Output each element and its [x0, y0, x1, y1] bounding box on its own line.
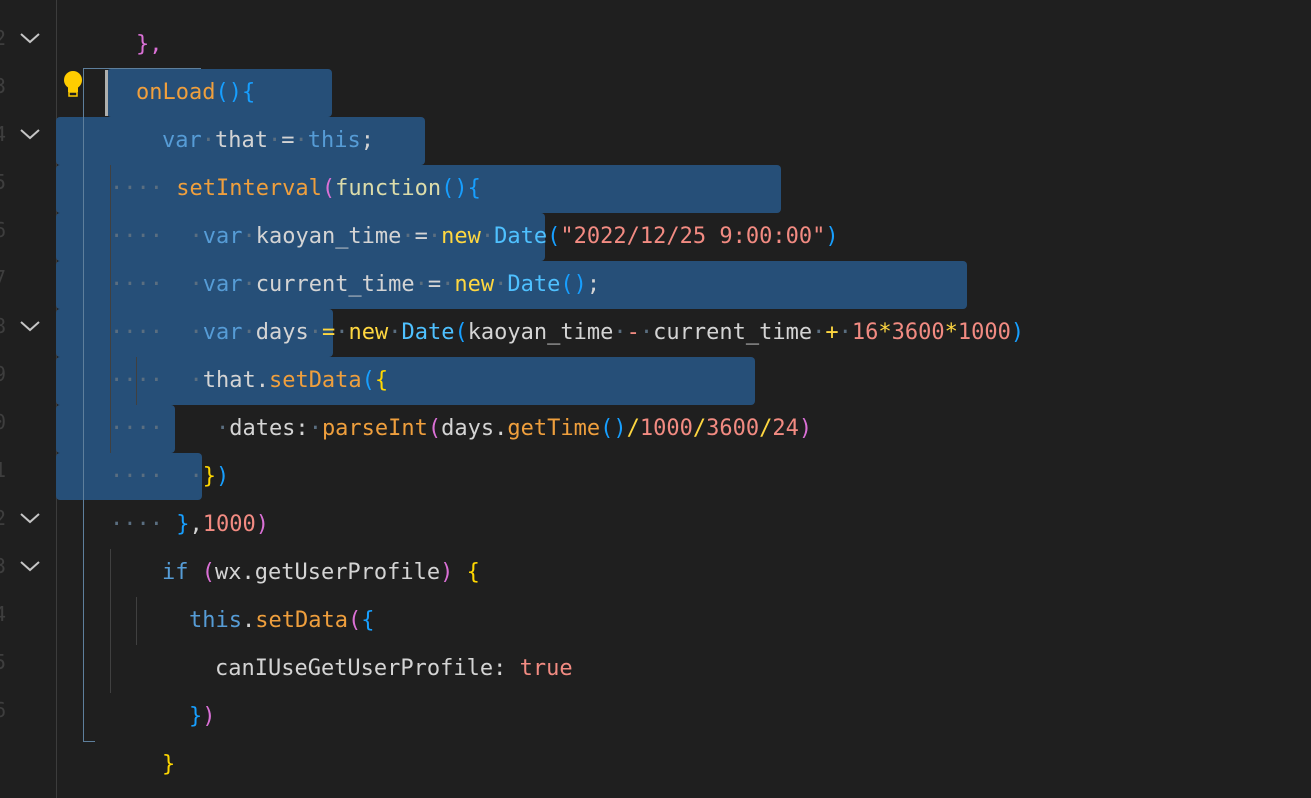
code-line[interactable]: canIUseGetUserProfile: true — [162, 597, 573, 681]
code-token: * — [878, 320, 892, 345]
code-token: / — [759, 416, 773, 441]
line-number: 5 — [0, 638, 6, 686]
code-token: () — [600, 416, 627, 441]
code-token: / — [626, 416, 640, 441]
line-number: 1 — [0, 446, 6, 494]
code-token: current_time — [653, 320, 813, 345]
line-number: 8 — [0, 302, 6, 350]
code-line[interactable]: var·that·=·this; — [109, 69, 374, 153]
code-line[interactable]: ···· ·that.setData({ — [57, 309, 388, 393]
code-token: · — [639, 320, 654, 345]
code-line[interactable]: ···· ·var·kaoyan_time·=·new·Date("2022/1… — [57, 165, 839, 249]
chevron-down-icon[interactable] — [18, 314, 42, 338]
code-token: true — [519, 656, 573, 681]
code-token: ) — [1010, 320, 1025, 345]
code-line[interactable]: if (wx.getUserProfile) { — [109, 501, 480, 585]
code-token: days. — [441, 416, 508, 441]
code-token: 1000 — [639, 416, 693, 441]
code-line[interactable]: } — [109, 693, 175, 777]
code-line[interactable]: }, — [83, 741, 162, 789]
line-number: 3 — [0, 62, 6, 110]
chevron-down-icon[interactable] — [18, 26, 42, 50]
code-token: · — [812, 320, 826, 345]
code-token: canIUseGetUserProfile: — [214, 656, 520, 681]
line-number: 2 — [0, 494, 6, 542]
code-line[interactable]: }, — [83, 0, 163, 57]
code-token: ) — [798, 416, 813, 441]
code-token: getTime — [507, 416, 601, 441]
code-token: dates: — [229, 416, 309, 441]
code-token: parseInt — [321, 416, 428, 441]
chevron-down-icon[interactable] — [18, 554, 42, 578]
line-number: 5 — [0, 158, 6, 206]
line-number: 6 — [0, 206, 6, 254]
code-token: ( — [454, 320, 468, 345]
code-token: ) — [202, 704, 216, 729]
code-token: Date — [401, 320, 455, 345]
line-number: 6 — [0, 686, 6, 734]
code-token: · — [308, 416, 322, 441]
line-number: 3 — [0, 542, 6, 590]
line-number: 4 — [0, 590, 6, 638]
code-line[interactable]: this.setData({ — [136, 549, 374, 633]
code-token: ( — [427, 416, 442, 441]
code-token: { — [466, 560, 480, 585]
line-number: 9 — [0, 350, 6, 398]
code-line[interactable]: ···· ·}) — [57, 405, 229, 489]
code-token: / — [692, 416, 707, 441]
code-line[interactable]: ···· },1000) — [57, 453, 269, 537]
code-token: 3600 — [706, 416, 760, 441]
code-token: · — [838, 320, 852, 345]
code-line[interactable]: ···· ·var·days·=·new·Date(kaoyan_time·-·… — [57, 261, 1024, 345]
code-line[interactable]: }) — [136, 645, 216, 729]
code-editor[interactable]: 2 3 4 5 6 7 8 9 0 1 2 3 4 5 6 — [0, 0, 1311, 798]
code-line[interactable]: ···· ·var·current_time·=·new·Date(); — [57, 213, 600, 297]
lightbulb-icon[interactable] — [62, 70, 84, 98]
code-token: 3600 — [891, 320, 945, 345]
code-token: · — [613, 320, 627, 345]
line-number: 4 — [0, 110, 6, 158]
code-token: 16 — [851, 320, 879, 345]
chevron-down-icon[interactable] — [18, 506, 42, 530]
code-token: - — [626, 320, 640, 345]
code-token: 1000 — [957, 320, 1011, 345]
line-number: 2 — [0, 14, 6, 62]
editor-gutter: 2 3 4 5 6 7 8 9 0 1 2 3 4 5 6 — [0, 0, 57, 798]
line-number: 0 — [0, 398, 6, 446]
code-token: · — [388, 320, 402, 345]
code-token: } — [188, 704, 203, 729]
line-number: 7 — [0, 254, 6, 302]
code-token: 24 — [772, 416, 799, 441]
code-token: kaoyan_time — [467, 320, 614, 345]
code-token: } — [161, 752, 176, 777]
code-token: * — [944, 320, 958, 345]
code-line[interactable]: ···· setInterval(function(){ — [57, 117, 481, 201]
code-line[interactable]: ···· ·dates:·parseInt(days.getTime()/100… — [57, 357, 812, 441]
code-token: + — [825, 320, 839, 345]
code-token: ) — [440, 560, 454, 585]
code-line[interactable]: onLoad(){ — [83, 21, 255, 105]
chevron-down-icon[interactable] — [18, 122, 42, 146]
code-token: ) — [825, 224, 839, 249]
